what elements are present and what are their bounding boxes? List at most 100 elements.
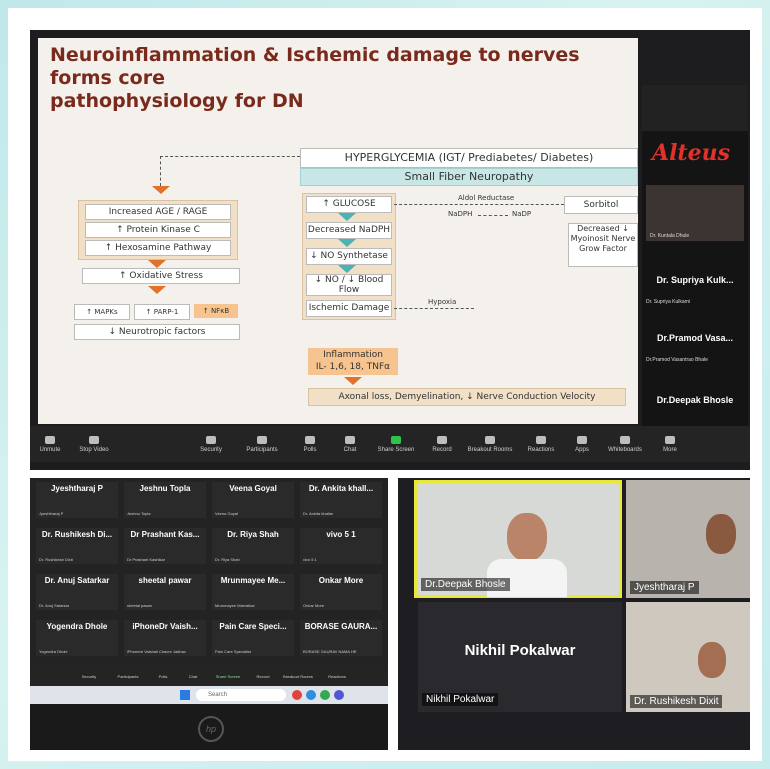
slide-title-line2: pathophysiology for DN [50, 90, 304, 112]
gallery-tile-name: Onkar More [318, 576, 364, 585]
age-rage-box: Increased AGE / RAGE [85, 204, 231, 220]
app-icon[interactable] [320, 690, 330, 700]
tile-name[interactable]: Dr.Deepak Bhosle [642, 395, 748, 405]
chat-button[interactable]: Chat [330, 435, 370, 453]
video-tile[interactable]: Nikhil Pokalwar Nikhil Pokalwar [418, 602, 622, 712]
whiteboard-icon [620, 435, 630, 444]
tile-name-tag: Dr.Deepak Bhosle [421, 578, 510, 591]
toolbar-label: Participants [246, 446, 278, 453]
nadp-label: NaDP [512, 210, 532, 218]
record-button[interactable]: Record [248, 674, 278, 679]
toolbar-label: Chat [343, 446, 357, 453]
inflammation-cytokines: IL- 1,6, 18, TNFα [315, 362, 391, 372]
gallery-tile-name: Jyeshtharaj P [50, 484, 104, 493]
gallery-tile[interactable]: iPhoneDr Vaish... iPhonedr Vaishali Chavr… [124, 620, 206, 656]
gallery-tile[interactable]: sheetal pawar sheetal pawar [124, 574, 206, 610]
video-tile[interactable]: Jyeshtharaj P [626, 480, 750, 598]
hp-logo-icon: hp [198, 716, 224, 742]
shield-icon [206, 435, 216, 444]
gallery-tile-tag: Jeshnu Topla [127, 511, 151, 516]
breakout-rooms-button[interactable]: Breakout Rooms [462, 435, 518, 453]
slide-title-line1: Neuroinflammation & Ischemic damage to n… [50, 44, 580, 89]
gallery-tile-name: Dr. Riya Shah [227, 530, 279, 539]
tile-name[interactable]: Dr. Supriya Kulk... [642, 275, 748, 285]
gallery-tile[interactable]: Dr. Rushikesh Di... Dr. Rushikesh Dixit [36, 528, 118, 564]
participants-button[interactable]: Participants [234, 435, 290, 453]
microphone-icon [45, 435, 55, 444]
toolbar-label: Record [432, 446, 452, 453]
gallery-tile-tag: Jyeshtharaj P [39, 511, 64, 516]
app-icon[interactable] [334, 690, 344, 700]
slide-title: Neuroinflammation & Ischemic damage to n… [50, 44, 630, 113]
app-icon[interactable] [292, 690, 302, 700]
myoinositol-box: Decreased ↓ Myoinosit Nerve Grow Factor [568, 223, 638, 267]
gallery-view-photo: Jyeshtharaj P Jyeshtharaj P Jeshnu Topla Je… [30, 478, 388, 750]
gallery-tile-name: BORASE GAURA... [304, 622, 378, 631]
share-screen-icon [391, 435, 401, 444]
chat-icon [345, 435, 355, 444]
zoom-screen-photo: Neuroinflammation & Ischemic damage to n… [30, 30, 750, 470]
gallery-tile[interactable]: Yogendra Dhole Yogendra Dhole [36, 620, 118, 656]
gallery-tile-tag: Dr. Anuj Satarkar [39, 603, 70, 608]
windows-icon[interactable] [180, 690, 190, 700]
speaker-face [507, 513, 547, 561]
tile-name-tag: Nikhil Pokalwar [422, 693, 499, 706]
gallery-tile[interactable]: BORASE GAURA... BORASE GAURAV NAMA HE [300, 620, 382, 656]
video-tile[interactable]: Dr. Rushikesh Dixit [626, 602, 750, 712]
gallery-tile[interactable]: Mrunmayee Me... Mrunmayee Marvalkar [212, 574, 294, 610]
whiteboards-button[interactable]: Whiteboards [600, 435, 650, 453]
aldol-label: Aldol Reductase [458, 194, 515, 202]
zoom-toolbar: Security Participants Polls Chat Share S… [30, 666, 388, 686]
security-button[interactable]: Security [188, 435, 234, 453]
gallery-tile-tag: BORASE GAURAV NAMA HE [303, 649, 357, 654]
arrow-down-icon [152, 186, 170, 194]
share-screen-button[interactable]: Share Screen [370, 435, 422, 453]
toolbar-label: Security [200, 446, 222, 453]
more-button[interactable]: More [650, 435, 690, 453]
taskbar-search-input[interactable]: Search [196, 689, 286, 701]
unmute-button[interactable]: Unmute [30, 435, 70, 453]
laptop-bezel: hp [30, 704, 388, 750]
polls-button[interactable]: Polls [148, 674, 178, 679]
gallery-tile[interactable]: Dr Prashant Kas... Dr Prashant Kashikar [124, 528, 206, 564]
gallery-tile-name: Jeshnu Topla [139, 484, 191, 493]
apps-button[interactable]: Apps [564, 435, 600, 453]
gallery-tile-name: Pain Care Speci... [219, 622, 287, 631]
reactions-button[interactable]: Reactions [318, 674, 356, 679]
chat-button[interactable]: Chat [178, 674, 208, 679]
glucose-box: ↑ GLUCOSE [306, 196, 392, 213]
gallery-tile[interactable]: Jeshnu Topla Jeshnu Topla [124, 482, 206, 518]
gallery-tile-tag: Dr. Ankita khallar [303, 511, 334, 516]
share-screen-button[interactable]: Share Screen [208, 674, 248, 679]
active-speaker-tile[interactable]: Dr.Deepak Bhosle [414, 480, 622, 598]
zoom-toolbar: Unmute Stop Video Security Participants … [30, 426, 750, 462]
gallery-tile[interactable]: Dr. Anuj Satarkar Dr. Anuj Satarkar [36, 574, 118, 610]
reactions-button[interactable]: Reactions [518, 435, 564, 453]
gallery-tile[interactable]: Dr. Riya Shah Dr. Riya Shah [212, 528, 294, 564]
gallery-tile[interactable]: Onkar More Onkar More [300, 574, 382, 610]
stop-video-button[interactable]: Stop Video [70, 435, 118, 453]
app-icon[interactable] [306, 690, 316, 700]
tile-name[interactable]: Dr.Pramod Vasa... [642, 333, 748, 343]
participants-button[interactable]: Participants [108, 674, 148, 679]
gallery-tile-name: Dr Prashant Kas... [130, 530, 200, 539]
gallery-tile[interactable]: Veena Goyal Veena Goyal [212, 482, 294, 518]
apps-icon [577, 435, 587, 444]
gallery-tile-name: Mrunmayee Me... [220, 576, 286, 585]
gallery-tile-tag: Yogendra Dhole [39, 649, 68, 654]
toolbar-label: More [663, 446, 677, 453]
toolbar-label: Stop Video [79, 446, 109, 453]
video-icon [89, 435, 99, 444]
breakout-rooms-button[interactable]: Breakout Rooms [278, 674, 318, 679]
polls-button[interactable]: Polls [290, 435, 330, 453]
reactions-icon [536, 435, 546, 444]
record-button[interactable]: Record [422, 435, 462, 453]
gallery-tile[interactable]: Pain Care Speci... Pain Care Specialist [212, 620, 294, 656]
gallery-tile[interactable]: vivo 5 1 vivo 5 1 [300, 528, 382, 564]
security-button[interactable]: Security [70, 674, 108, 679]
video-tile[interactable]: Dr. Kuntala Dhule [646, 185, 744, 241]
tile-tag: Dr.Pramod Vasantrao Bhale [646, 357, 708, 363]
gallery-tile[interactable]: Dr. Ankita khall... Dr. Ankita khallar [300, 482, 382, 518]
inflammation-box: Inflammation IL- 1,6, 18, TNFα [308, 348, 398, 375]
gallery-tile[interactable]: Jyeshtharaj P Jyeshtharaj P [36, 482, 118, 518]
